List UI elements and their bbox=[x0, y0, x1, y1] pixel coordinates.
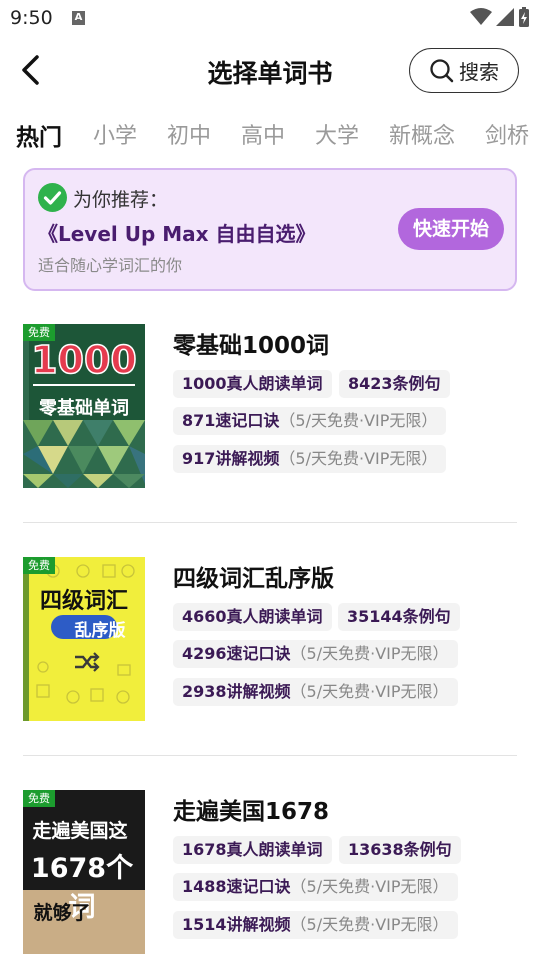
recommend-card[interactable]: 为你推荐： 《Level Up Max 自由自选》 适合随心学词汇的你 快速开始 bbox=[23, 168, 517, 291]
tab-hot[interactable]: 热门 bbox=[16, 118, 62, 152]
book-item[interactable]: 四级词汇 乱序版 免费 四级词汇乱序版 4660真人朗读单词 35144条例句 … bbox=[23, 557, 517, 727]
signal-icon bbox=[496, 8, 514, 26]
audio-count-chip: 4660真人朗读单词 bbox=[173, 603, 332, 631]
cover-subtitle: 乱序版 bbox=[74, 621, 126, 641]
quick-start-button[interactable]: 快速开始 bbox=[398, 208, 504, 250]
book-cover[interactable]: 四级词汇 乱序版 免费 bbox=[23, 557, 145, 721]
header: 选择单词书 搜索 bbox=[0, 42, 540, 100]
book-title: 零基础1000词 bbox=[173, 333, 330, 359]
recommend-book-name: 《Level Up Max 自由自选》 bbox=[38, 222, 316, 246]
check-icon bbox=[38, 183, 67, 212]
cover-subtitle: 零基础单词 bbox=[39, 398, 129, 419]
tab-junior[interactable]: 初中 bbox=[167, 118, 211, 150]
book-cover[interactable]: 走遍美国这 1678个词 就够了 免费 bbox=[23, 790, 145, 954]
cover-title: 走遍美国这 bbox=[32, 820, 128, 842]
book-title: 四级词汇乱序版 bbox=[173, 566, 334, 592]
search-button[interactable]: 搜索 bbox=[409, 48, 519, 93]
tab-cambridge[interactable]: 剑桥 bbox=[485, 118, 529, 150]
book-item[interactable]: 走遍美国这 1678个词 就够了 免费 走遍美国1678 1678真人朗读单词 … bbox=[23, 790, 517, 960]
search-label: 搜索 bbox=[459, 60, 499, 84]
tab-college[interactable]: 大学 bbox=[315, 118, 359, 150]
status-time: 9:50 bbox=[10, 7, 53, 29]
mnemonic-count-chip: 4296速记口诀（5/天免费·VIP无限） bbox=[173, 640, 458, 668]
cover-title: 四级词汇 bbox=[39, 589, 128, 614]
example-count-chip: 13638条例句 bbox=[339, 836, 461, 864]
mnemonic-count-chip: 871速记口诀（5/天免费·VIP无限） bbox=[173, 407, 447, 435]
mnemonic-count-chip: 1488速记口诀（5/天免费·VIP无限） bbox=[173, 873, 458, 901]
free-badge: 免费 bbox=[23, 557, 55, 574]
status-bar: 9:50 A bbox=[0, 0, 540, 38]
example-count-chip: 35144条例句 bbox=[338, 603, 460, 631]
book-cover[interactable]: 1000 零基础单词 免费 bbox=[23, 324, 145, 488]
cover-tagline: 就够了 bbox=[33, 902, 91, 924]
divider bbox=[23, 522, 517, 523]
tab-senior[interactable]: 高中 bbox=[241, 118, 285, 150]
category-tabs: 热门 小学 初中 高中 大学 新概念 剑桥 bbox=[0, 118, 540, 158]
back-arrow-icon bbox=[22, 55, 39, 85]
cover-title: 1000 bbox=[30, 337, 137, 383]
example-count-chip: 8423条例句 bbox=[339, 370, 450, 398]
back-button[interactable] bbox=[14, 52, 50, 88]
video-count-chip: 1514讲解视频（5/天免费·VIP无限） bbox=[173, 911, 458, 939]
divider bbox=[23, 755, 517, 756]
book-item[interactable]: 1000 零基础单词 免费 零基础1000词 1000真人朗读单词 8423条例… bbox=[23, 324, 517, 494]
free-badge: 免费 bbox=[23, 790, 55, 807]
free-badge: 免费 bbox=[23, 324, 55, 341]
book-title: 走遍美国1678 bbox=[173, 799, 330, 825]
audio-count-chip: 1678真人朗读单词 bbox=[173, 836, 332, 864]
status-icons bbox=[470, 6, 530, 28]
wifi-icon bbox=[470, 8, 492, 25]
battery-icon bbox=[519, 7, 529, 27]
audio-count-chip: 1000真人朗读单词 bbox=[173, 370, 332, 398]
recommend-description: 适合随心学词汇的你 bbox=[38, 256, 183, 275]
tab-primary[interactable]: 小学 bbox=[93, 118, 137, 150]
video-count-chip: 917讲解视频（5/天免费·VIP无限） bbox=[173, 445, 447, 473]
video-count-chip: 2938讲解视频（5/天免费·VIP无限） bbox=[173, 678, 458, 706]
notification-icon: A bbox=[72, 11, 85, 25]
tab-new-concept[interactable]: 新概念 bbox=[389, 118, 455, 150]
search-icon bbox=[430, 58, 454, 82]
recommend-heading: 为你推荐： bbox=[73, 189, 169, 211]
